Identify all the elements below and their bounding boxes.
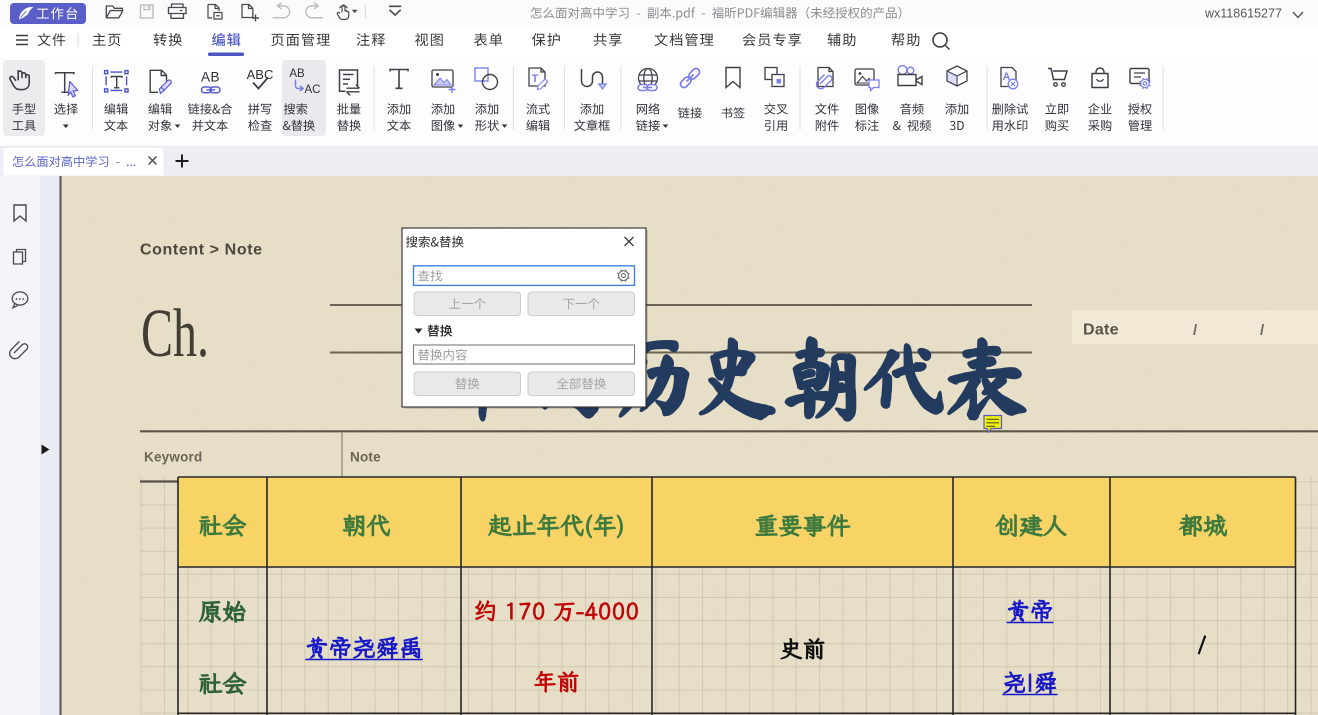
svg-text:Ch.: Ch. bbox=[141, 295, 209, 371]
svg-text:Content > Note: Content > Note bbox=[140, 242, 263, 259]
svg-text:ABC: ABC bbox=[247, 67, 274, 82]
svg-text:AB: AB bbox=[289, 68, 305, 80]
svg-text:Note: Note bbox=[350, 450, 381, 465]
svg-text:T: T bbox=[532, 73, 539, 85]
svg-text:AB: AB bbox=[201, 69, 220, 84]
svg-text:AC: AC bbox=[305, 84, 321, 96]
svg-text:Date: Date bbox=[1083, 322, 1119, 339]
svg-text:Keyword: Keyword bbox=[144, 450, 202, 465]
svg-text:wx118615277: wx118615277 bbox=[1204, 7, 1282, 21]
